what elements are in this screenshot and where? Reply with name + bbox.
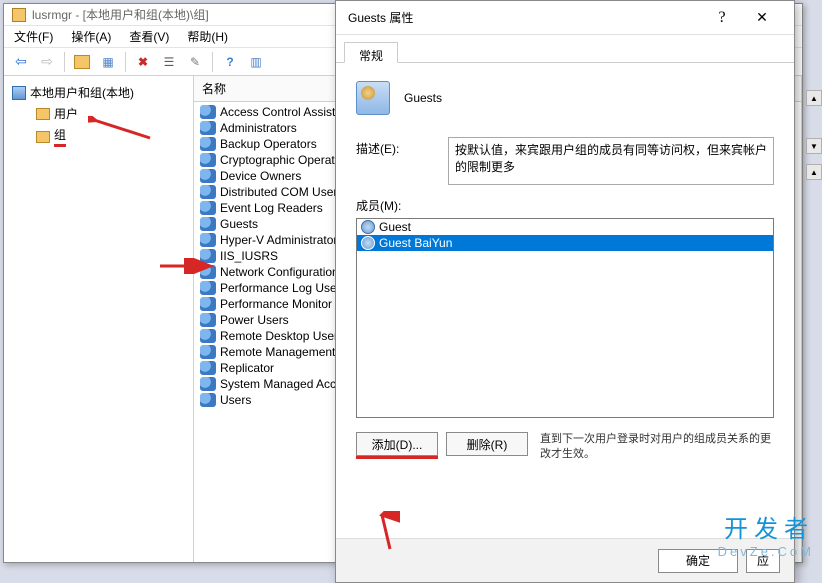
button-row: 添加(D)... 删除(R) 直到下一次用户登录时对用户的组成员关系的更改才生效…: [356, 432, 774, 463]
tree-root-label: 本地用户和组(本地): [30, 84, 134, 101]
separator: [125, 52, 126, 72]
scroll-down-button[interactable]: ▼: [806, 138, 822, 154]
right-scroll-buttons: ▲ ▼ ▲: [806, 90, 822, 182]
app-icon: [12, 8, 26, 22]
properties-dialog: Guests 属性 ? ✕ 常规 Guests 描述(E): 按默认值，来宾跟用…: [335, 0, 795, 583]
tree-pane: 本地用户和组(本地) 用户 组: [4, 76, 194, 562]
member-name: Guest: [379, 220, 411, 234]
list-item-label: Device Owners: [220, 169, 301, 183]
annotation-arrow: [158, 258, 214, 274]
separator: [64, 52, 65, 72]
annotation-arrow: [88, 116, 154, 142]
forward-button: [36, 51, 58, 73]
list-item-label: Replicator: [220, 361, 274, 375]
description-input[interactable]: 按默认值，来宾跟用户组的成员有同等访问权，但来宾帐户的限制更多: [448, 137, 774, 185]
list-item-label: Distributed COM Users: [220, 185, 343, 199]
member-item[interactable]: Guest: [357, 219, 773, 235]
group-icon: [200, 169, 216, 183]
delete-button[interactable]: [132, 51, 154, 73]
back-button[interactable]: [10, 51, 32, 73]
group-icon: [200, 297, 216, 311]
dialog-body: Guests 描述(E): 按默认值，来宾跟用户组的成员有同等访问权，但来宾帐户…: [336, 63, 794, 475]
scroll-up-button[interactable]: ▲: [806, 90, 822, 106]
close-icon[interactable]: ✕: [742, 4, 782, 32]
group-header: Guests: [356, 81, 774, 115]
list-item-label: IIS_IUSRS: [220, 249, 278, 263]
help-icon[interactable]: ?: [702, 4, 742, 32]
list-button[interactable]: [245, 51, 267, 73]
view-button[interactable]: [97, 51, 119, 73]
group-icon: [200, 345, 216, 359]
properties-button[interactable]: [158, 51, 180, 73]
group-icon: [200, 217, 216, 231]
add-button-wrap: 添加(D)...: [356, 432, 438, 459]
menu-view[interactable]: 查看(V): [129, 28, 169, 45]
up-button[interactable]: [71, 51, 93, 73]
tree-item-label: 组: [54, 126, 66, 147]
remove-button[interactable]: 删除(R): [446, 432, 528, 456]
server-icon: [12, 86, 26, 100]
group-icon: [200, 105, 216, 119]
group-icon: [356, 81, 390, 115]
note-text: 直到下一次用户登录时对用户的组成员关系的更改才生效。: [536, 432, 774, 463]
menu-help[interactable]: 帮助(H): [187, 28, 228, 45]
description-label: 描述(E):: [356, 137, 436, 185]
annotation-arrow: [370, 511, 400, 551]
list-item-label: Cryptographic Operators: [220, 153, 351, 167]
group-icon: [200, 153, 216, 167]
group-icon: [200, 201, 216, 215]
group-icon: [200, 233, 216, 247]
help-button[interactable]: [219, 51, 241, 73]
group-icon: [200, 281, 216, 295]
dialog-titlebar: Guests 属性 ? ✕: [336, 1, 794, 35]
scroll-up-button-2[interactable]: ▲: [806, 164, 822, 180]
group-icon: [200, 393, 216, 407]
menu-action[interactable]: 操作(A): [71, 28, 111, 45]
group-icon: [200, 313, 216, 327]
list-item-label: Event Log Readers: [220, 201, 323, 215]
members-listbox[interactable]: Guest Guest BaiYun: [356, 218, 774, 418]
dialog-title: Guests 属性: [348, 9, 702, 26]
list-item-label: Guests: [220, 217, 258, 231]
folder-icon: [36, 131, 50, 143]
tabstrip: 常规: [336, 35, 794, 63]
group-icon: [200, 361, 216, 375]
user-icon: [361, 236, 375, 250]
group-icon: [200, 329, 216, 343]
separator: [212, 52, 213, 72]
group-icon: [200, 121, 216, 135]
members-label: 成员(M):: [356, 197, 774, 214]
list-item-label: Users: [220, 393, 251, 407]
list-item-label: Backup Operators: [220, 137, 317, 151]
menu-file[interactable]: 文件(F): [14, 28, 53, 45]
add-button[interactable]: 添加(D)...: [356, 432, 438, 456]
list-item-label: Power Users: [220, 313, 289, 327]
description-row: 描述(E): 按默认值，来宾跟用户组的成员有同等访问权，但来宾帐户的限制更多: [356, 137, 774, 185]
list-item-label: Hyper-V Administrators: [220, 233, 343, 247]
group-name: Guests: [404, 91, 442, 105]
group-icon: [200, 377, 216, 391]
apply-button[interactable]: 应: [746, 549, 780, 573]
list-item-label: Remote Desktop Users: [220, 329, 344, 343]
tree-root[interactable]: 本地用户和组(本地): [8, 82, 189, 103]
member-item[interactable]: Guest BaiYun: [357, 235, 773, 251]
member-name: Guest BaiYun: [379, 236, 452, 250]
user-icon: [361, 220, 375, 234]
list-item-label: Administrators: [220, 121, 297, 135]
list-item-label: Performance Log Users: [220, 281, 347, 295]
export-button[interactable]: [184, 51, 206, 73]
group-icon: [200, 137, 216, 151]
ok-button[interactable]: 确定: [658, 549, 738, 573]
folder-icon: [36, 108, 50, 120]
dialog-footer: 确定 应: [336, 538, 794, 582]
window-title: lusrmgr - [本地用户和组(本地)\组]: [32, 4, 209, 26]
tab-general[interactable]: 常规: [344, 42, 398, 63]
tree-item-label: 用户: [54, 105, 78, 122]
group-icon: [200, 185, 216, 199]
